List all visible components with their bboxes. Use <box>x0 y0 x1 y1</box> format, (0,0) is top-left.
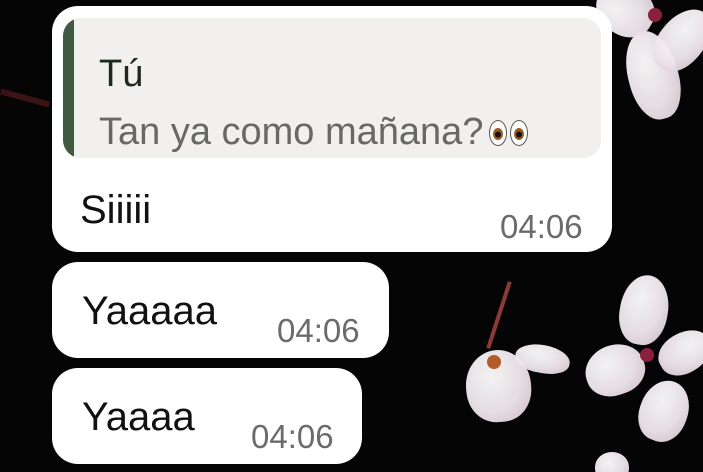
message-bubble[interactable]: Yaaaa 04:06 <box>52 368 362 464</box>
message-text: Siiiii <box>80 188 152 232</box>
message-timestamp: 04:06 <box>251 418 334 455</box>
eyes-emoji-icon <box>489 113 531 156</box>
message-text: Yaaaa <box>82 395 195 439</box>
message-text: Yaaaaa <box>82 289 217 333</box>
message-bubble-reply[interactable]: Tú Tan ya como mañana? Siiiii 04:06 <box>52 6 612 252</box>
quoted-message[interactable]: Tú Tan ya como mañana? <box>63 18 601 158</box>
quoted-text-row: Tan ya como mañana? <box>99 111 531 156</box>
quoted-text: Tan ya como mañana? <box>99 111 484 153</box>
quote-accent-bar <box>63 18 74 158</box>
quoted-author: Tú <box>99 53 144 95</box>
message-bubble[interactable]: Yaaaaa 04:06 <box>52 262 389 358</box>
message-timestamp: 04:06 <box>500 208 583 245</box>
message-timestamp: 04:06 <box>277 312 360 349</box>
